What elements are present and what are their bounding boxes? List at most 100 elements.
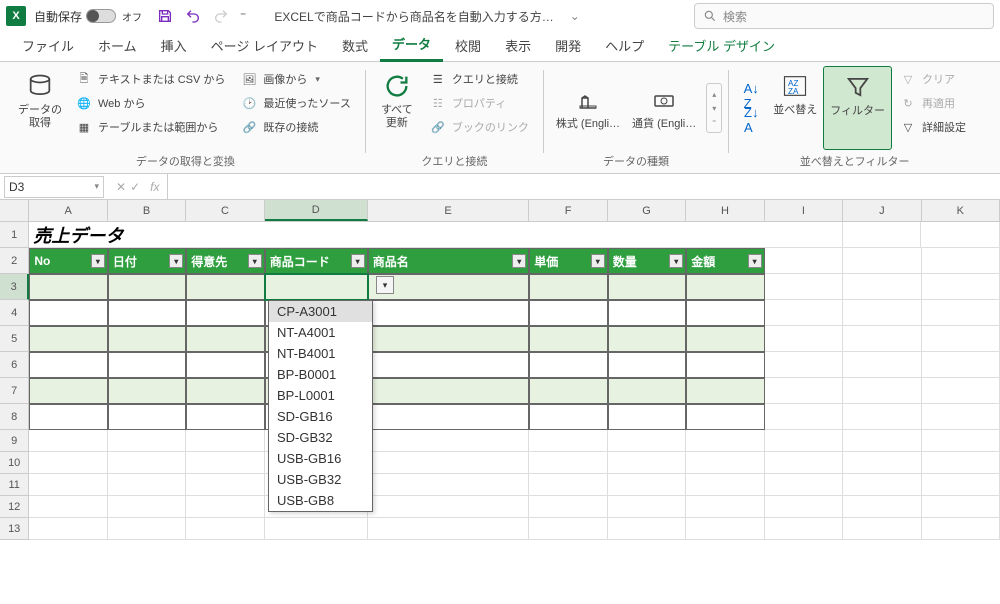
cell[interactable] — [686, 378, 764, 404]
cell[interactable] — [765, 274, 843, 300]
col-header[interactable]: I — [765, 200, 843, 221]
col-header[interactable]: E — [368, 200, 530, 221]
formula-input[interactable] — [168, 174, 1000, 199]
cell[interactable] — [922, 274, 1000, 300]
cell[interactable] — [608, 452, 686, 474]
col-header[interactable]: C — [186, 200, 264, 221]
cell[interactable] — [686, 404, 764, 430]
cell[interactable] — [608, 496, 686, 518]
cell[interactable] — [843, 518, 921, 540]
cell[interactable] — [108, 326, 186, 352]
cell[interactable] — [922, 474, 1000, 496]
cell[interactable] — [608, 474, 686, 496]
row-header[interactable]: 7 — [0, 378, 29, 404]
get-data-button[interactable]: データの 取得 — [12, 66, 68, 150]
tab-file[interactable]: ファイル — [10, 30, 86, 61]
cell[interactable] — [368, 496, 530, 518]
cell[interactable] — [608, 378, 686, 404]
row-header[interactable]: 5 — [0, 326, 29, 352]
col-header[interactable]: K — [922, 200, 1000, 221]
cell[interactable] — [368, 326, 530, 352]
cell[interactable] — [108, 378, 186, 404]
gallery-down-icon[interactable]: ▾ — [708, 102, 720, 114]
cell[interactable] — [108, 430, 186, 452]
dropdown-item[interactable]: BP-L0001 — [269, 385, 372, 406]
filter-button[interactable]: フィルター — [823, 66, 892, 150]
dropdown-item[interactable]: NT-A4001 — [269, 322, 372, 343]
tab-insert[interactable]: 挿入 — [149, 30, 199, 61]
data-validation-list[interactable]: CP-A3001 NT-A4001 NT-B4001 BP-B0001 BP-L… — [268, 300, 373, 512]
cell[interactable] — [765, 300, 843, 326]
row-header[interactable]: 12 — [0, 496, 29, 518]
from-table-range-button[interactable]: ▦テーブルまたは範囲から — [72, 116, 229, 138]
cell[interactable] — [686, 496, 764, 518]
cell[interactable] — [608, 326, 686, 352]
cell[interactable] — [108, 352, 186, 378]
advanced-filter-button[interactable]: ▽詳細設定 — [896, 116, 970, 138]
col-header[interactable]: A — [29, 200, 107, 221]
cell[interactable] — [29, 274, 107, 300]
cell[interactable] — [843, 430, 921, 452]
tab-formulas[interactable]: 数式 — [330, 30, 380, 61]
gallery-up-icon[interactable]: ▴ — [708, 88, 720, 100]
cell[interactable] — [108, 274, 186, 300]
cell[interactable] — [108, 404, 186, 430]
col-header[interactable]: F — [529, 200, 607, 221]
cell[interactable] — [186, 378, 264, 404]
tab-page-layout[interactable]: ページ レイアウト — [199, 30, 330, 61]
cell[interactable] — [529, 496, 607, 518]
cell[interactable] — [186, 404, 264, 430]
cell[interactable] — [686, 300, 764, 326]
cell[interactable] — [765, 352, 843, 378]
row-header[interactable]: 11 — [0, 474, 29, 496]
dropdown-item[interactable]: BP-B0001 — [269, 364, 372, 385]
cell[interactable] — [922, 378, 1000, 404]
sort-desc-button[interactable]: Z↓A — [739, 109, 763, 131]
row-header[interactable]: 1 — [0, 222, 29, 248]
qat-customize-button[interactable]: ⁼ — [240, 9, 246, 23]
cell[interactable] — [368, 452, 530, 474]
cell[interactable] — [529, 430, 607, 452]
cell[interactable] — [843, 452, 921, 474]
cell[interactable] — [529, 300, 607, 326]
cell[interactable] — [529, 518, 607, 540]
undo-button[interactable] — [184, 7, 202, 25]
col-header[interactable]: B — [108, 200, 186, 221]
stocks-button[interactable]: 株式 (Engli… — [550, 80, 626, 135]
tab-home[interactable]: ホーム — [86, 30, 149, 61]
table-header-unit-price[interactable]: 単価▾ — [529, 248, 607, 274]
tab-review[interactable]: 校閲 — [443, 30, 493, 61]
from-text-csv-button[interactable]: 🗎テキストまたは CSV から — [72, 68, 229, 90]
cell[interactable] — [843, 496, 921, 518]
cell[interactable] — [108, 300, 186, 326]
cell[interactable] — [922, 300, 1000, 326]
col-header[interactable]: J — [843, 200, 921, 221]
cell[interactable] — [368, 474, 530, 496]
dropdown-item[interactable]: USB-GB16 — [269, 448, 372, 469]
row-header[interactable]: 4 — [0, 300, 29, 326]
row-header[interactable]: 3 — [0, 274, 29, 300]
cell[interactable] — [529, 474, 607, 496]
document-title[interactable]: EXCELで商品コードから商品名を自動入力する方… — [274, 8, 553, 25]
cell[interactable] — [186, 274, 264, 300]
cell[interactable] — [843, 248, 921, 274]
cell[interactable] — [686, 274, 764, 300]
redo-button[interactable] — [212, 7, 230, 25]
select-all-corner[interactable] — [0, 200, 29, 221]
cell[interactable] — [922, 326, 1000, 352]
cell[interactable] — [29, 474, 107, 496]
cell[interactable] — [529, 274, 607, 300]
cell[interactable] — [29, 300, 107, 326]
cell[interactable] — [529, 378, 607, 404]
cell[interactable] — [686, 518, 764, 540]
cell[interactable] — [29, 326, 107, 352]
cell[interactable] — [922, 430, 1000, 452]
cell[interactable] — [765, 378, 843, 404]
filter-dropdown-icon[interactable]: ▾ — [91, 254, 105, 268]
cell[interactable] — [186, 352, 264, 378]
dropdown-item[interactable]: USB-GB8 — [269, 490, 372, 511]
cell[interactable] — [843, 404, 921, 430]
gallery-nav[interactable]: ▴ ▾ ⁼ — [706, 83, 722, 133]
cell[interactable] — [843, 474, 921, 496]
filter-dropdown-icon[interactable]: ▾ — [669, 254, 683, 268]
